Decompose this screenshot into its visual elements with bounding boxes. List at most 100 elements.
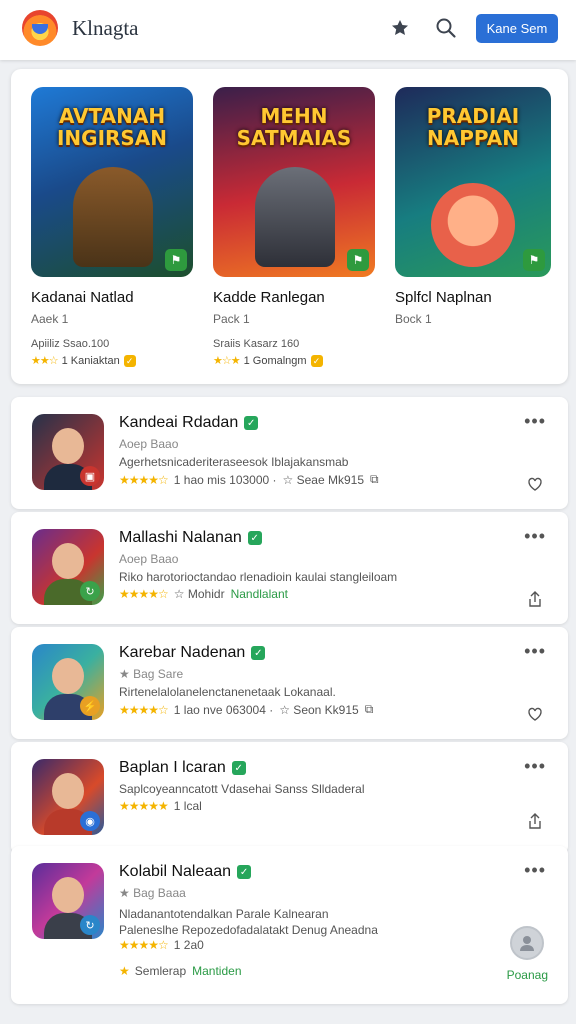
meta-text-2: ☆ Seon Kk915 (279, 702, 359, 717)
game-title: Kadanai Natlad (31, 289, 134, 306)
list-item[interactable]: ↻ Kolabil Naleaan ✓ ★ Bag Baaa Nladanant… (11, 846, 568, 1004)
meta-text: 1 hao mis 103000 · (173, 472, 277, 487)
item-title-text: Kolabil Naleaan (119, 863, 232, 880)
item-title: Kandeai Rdadan ✓ (119, 414, 259, 432)
sign-in-button[interactable]: Kane Sem (476, 14, 558, 43)
item-tagline: Aoep Baao (119, 552, 179, 566)
share-icon[interactable] (526, 590, 544, 608)
game-rating: ★★☆ 1 Kaniaktan ✓ (31, 354, 195, 367)
featured-game-2[interactable]: MEHN SATMAIAS ⚑ Kadde Ranlegan Pack 1 Sr… (213, 87, 377, 367)
featured-games-card: AVTANAH INGIRSAN ⚑ Kadanai Natlad Aaek 1… (11, 69, 568, 384)
list-item[interactable]: ↻ Mallashi Nalanan ✓ Aoep Baao Riko haro… (11, 512, 568, 624)
item-meta: ★★★★☆ 1 lao nve 063004 · ☆ Seon Kk915 ⧉ (119, 702, 373, 717)
footer-text: Semlerap (134, 964, 187, 978)
game-cover-art[interactable]: MEHN SATMAIAS ⚑ (213, 87, 375, 277)
verified-icon: ✓ (247, 531, 262, 545)
item-description: Rirtenelalolanelenctanenetaak Lokanaal. (119, 685, 336, 699)
game-subtitle: Bock 1 (395, 312, 432, 326)
heart-icon[interactable] (526, 475, 544, 493)
rating-stars: ★☆★ (213, 355, 241, 367)
featured-game-3[interactable]: PRADIAI NAPPAN ⚑ Splfcl Naplnan Bock 1 (395, 87, 559, 326)
profile-label[interactable]: Poanag (507, 968, 548, 982)
item-meta: ★★★★☆ 1 2a0 (119, 938, 204, 952)
list-item[interactable]: ⚡ Karebar Nadenan ✓ ★ Bag Sare Rirtenela… (11, 627, 568, 739)
more-options-icon[interactable]: ••• (524, 526, 546, 547)
game-icon[interactable]: ↻ (32, 863, 104, 939)
more-options-icon[interactable]: ••• (524, 860, 546, 881)
share-icon[interactable] (526, 812, 544, 830)
meta-text: 1 2a0 (173, 938, 204, 952)
platform-badge-icon: ⚑ (523, 249, 545, 271)
item-title-text: Baplan I lcaran (119, 759, 226, 776)
cover-headline: PRADIAI NAPPAN (426, 104, 520, 150)
game-title: Kadde Ranlegan (213, 289, 325, 306)
rating-stars: ★★★★★ (119, 799, 169, 813)
more-options-icon[interactable]: ••• (524, 641, 546, 662)
avatar-face (52, 773, 84, 809)
game-icon[interactable]: ◉ (32, 759, 104, 835)
item-description: Agerhetsnicaderiteraseesok Iblajakansmab (119, 455, 349, 469)
item-tagline: Aoep Baao (119, 437, 179, 451)
item-meta: ★★★★☆ ☆ Mohidr Nandlalant (119, 587, 288, 601)
star-icon: ★ (119, 964, 130, 978)
item-description: Nladanantotendalkan Parale Kalnearan (119, 907, 329, 921)
item-title: Mallashi Nalanan ✓ (119, 529, 262, 547)
avatar-face (52, 658, 84, 694)
profile-avatar-button[interactable] (510, 926, 544, 960)
badge-icon: ▣ (80, 466, 100, 486)
game-subtitle: Pack 1 (213, 312, 250, 326)
avatar-face (52, 428, 84, 464)
search-icon[interactable] (432, 14, 460, 42)
avatar-face (52, 877, 84, 913)
verified-icon: ✓ (244, 416, 259, 430)
copy-icon[interactable]: ⧉ (365, 702, 374, 717)
game-cover-art[interactable]: PRADIAI NAPPAN ⚑ (395, 87, 551, 277)
meta-text-2: ☆ Seae Mk915 (282, 472, 364, 487)
award-icon: ✓ (310, 354, 323, 367)
rating-stars: ★★★★☆ (119, 938, 169, 952)
item-meta: ★★★★★ 1 lcal (119, 799, 202, 813)
rating-stars: ★★★★☆ (119, 472, 169, 487)
badge-icon: ⚡ (80, 696, 100, 716)
badge-icon: ↻ (80, 915, 100, 935)
badge-icon: ◉ (80, 811, 100, 831)
item-title-text: Karebar Nadenan (119, 644, 246, 661)
heart-icon[interactable] (526, 705, 544, 723)
item-title-text: Mallashi Nalanan (119, 529, 242, 546)
meta-text-2: Nandlalant (230, 587, 288, 601)
platform-badge-icon: ⚑ (347, 249, 369, 271)
verified-icon: ✓ (237, 865, 252, 879)
game-price: Apiiliz Ssao.100 (31, 338, 110, 350)
character-illustration (431, 183, 515, 267)
character-illustration (73, 167, 153, 267)
game-icon[interactable]: ⚡ (32, 644, 104, 720)
app-logo[interactable] (22, 10, 58, 46)
list-item[interactable]: ◉ Baplan I lcaran ✓ Saplcoyeanncatott Vd… (11, 742, 568, 854)
game-title: Splfcl Naplnan (395, 289, 492, 306)
footer-status[interactable]: Mantiden (192, 964, 241, 978)
more-options-icon[interactable]: ••• (524, 756, 546, 777)
badge-icon: ↻ (80, 581, 100, 601)
game-icon[interactable]: ▣ (32, 414, 104, 490)
game-cover-art[interactable]: AVTANAH INGIRSAN ⚑ (31, 87, 193, 277)
more-options-icon[interactable]: ••• (524, 411, 546, 432)
game-rating: ★☆★ 1 Gomalngm ✓ (213, 354, 377, 367)
rating-stars: ★★☆ (31, 355, 59, 367)
rating-label: 1 Gomalngm (243, 354, 307, 367)
item-title: Karebar Nadenan ✓ (119, 644, 266, 662)
star-icon[interactable] (386, 14, 414, 42)
featured-game-1[interactable]: AVTANAH INGIRSAN ⚑ Kadanai Natlad Aaek 1… (31, 87, 195, 367)
game-icon[interactable]: ↻ (32, 529, 104, 605)
copy-icon[interactable]: ⧉ (370, 472, 379, 487)
rating-label: 1 Kaniaktan (61, 354, 120, 367)
avatar-face (52, 543, 84, 579)
item-tagline: ★ Bag Sare (119, 667, 184, 681)
cover-headline: MEHN SATMAIAS (236, 104, 352, 150)
list-item[interactable]: ▣ Kandeai Rdadan ✓ Aoep Baao Agerhetsnic… (11, 397, 568, 509)
rating-stars: ★★★★☆ (119, 587, 169, 601)
cover-headline: AVTANAH INGIRSAN (56, 104, 168, 150)
item-title-text: Kandeai Rdadan (119, 414, 239, 431)
platform-badge-icon: ⚑ (165, 249, 187, 271)
meta-text: ☆ Mohidr (173, 587, 225, 601)
meta-text: 1 lcal (173, 799, 202, 813)
